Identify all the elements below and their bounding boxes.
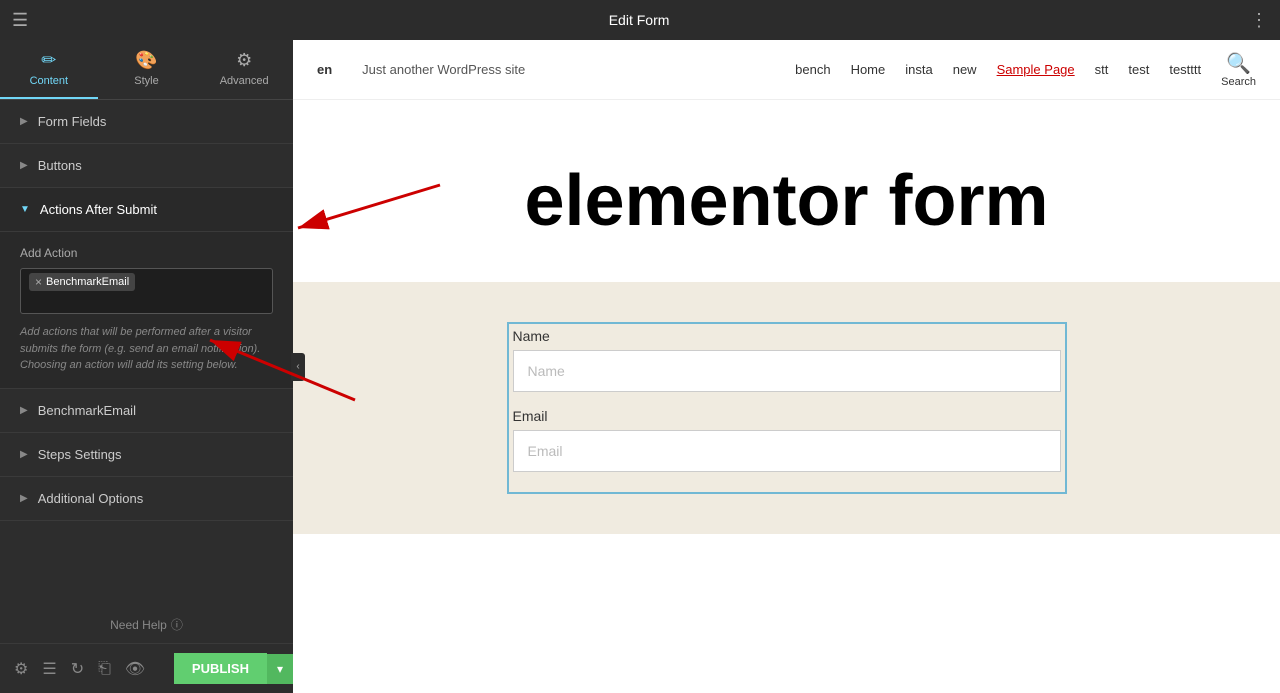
tag-remove-icon[interactable]: × bbox=[35, 275, 42, 289]
section-benchmark-label: BenchmarkEmail bbox=[38, 403, 136, 418]
form-input-email[interactable] bbox=[513, 430, 1061, 472]
nav-link-bench[interactable]: bench bbox=[795, 62, 830, 77]
preview-icon[interactable]: 👁 bbox=[125, 659, 145, 679]
add-action-input[interactable] bbox=[29, 295, 184, 309]
form-field-email-label: Email bbox=[513, 408, 1061, 424]
tag-value: BenchmarkEmail bbox=[46, 276, 129, 288]
chevron-form-fields: ▶ bbox=[20, 116, 28, 127]
actions-after-submit-header[interactable]: ▼ Actions After Submit bbox=[0, 188, 293, 232]
section-steps-settings[interactable]: ▶ Steps Settings bbox=[0, 433, 293, 477]
section-form-fields[interactable]: ▶ Form Fields bbox=[0, 100, 293, 144]
history-icon[interactable]: ↻ bbox=[71, 659, 84, 679]
chevron-actions: ▼ bbox=[20, 204, 30, 215]
settings-icon[interactable]: ⚙ bbox=[14, 659, 28, 679]
form-box: Name Email bbox=[513, 328, 1061, 472]
form-main-title: elementor form bbox=[313, 160, 1260, 242]
nav-link-home[interactable]: Home bbox=[851, 62, 886, 77]
tab-style-label: Style bbox=[134, 75, 158, 87]
chevron-additional: ▶ bbox=[20, 493, 28, 504]
form-title-section: elementor form bbox=[293, 100, 1280, 282]
need-help-section: Need Help ⓘ bbox=[0, 608, 293, 641]
wordpress-nav: en Just another WordPress site bench Hom… bbox=[293, 40, 1280, 100]
nav-link-test[interactable]: test bbox=[1128, 62, 1149, 77]
form-wrapper: Name Email bbox=[507, 322, 1067, 494]
section-benchmark-email[interactable]: ▶ BenchmarkEmail bbox=[0, 389, 293, 433]
top-bar: ☰ Edit Form ⋮ bbox=[0, 0, 1280, 40]
tag-input-container[interactable]: × BenchmarkEmail bbox=[20, 268, 273, 314]
search-icon: 🔍 bbox=[1226, 51, 1251, 76]
need-help-link[interactable]: Need Help ⓘ bbox=[0, 608, 293, 641]
tab-content-label: Content bbox=[30, 75, 69, 87]
bottom-icons: ⚙ ☰ ↻ ⎗ 👁 bbox=[0, 659, 174, 679]
site-logo: en bbox=[317, 62, 332, 77]
need-help-label: Need Help bbox=[110, 618, 167, 632]
tab-advanced-label: Advanced bbox=[220, 75, 269, 87]
advanced-tab-icon: ⚙ bbox=[236, 50, 252, 71]
help-icon: ⓘ bbox=[171, 616, 183, 633]
nav-link-stt[interactable]: stt bbox=[1095, 62, 1109, 77]
content-tab-icon: ✏ bbox=[41, 50, 56, 71]
chevron-buttons: ▶ bbox=[20, 160, 28, 171]
nav-links: bench Home insta new Sample Page stt tes… bbox=[795, 51, 1256, 88]
form-field-name: Name bbox=[513, 328, 1061, 392]
form-field-name-label: Name bbox=[513, 328, 1061, 344]
form-field-email: Email bbox=[513, 408, 1061, 472]
nav-link-sample-page[interactable]: Sample Page bbox=[997, 62, 1075, 77]
actions-helper-text: Add actions that will be performed after… bbox=[20, 324, 273, 374]
add-action-label: Add Action bbox=[20, 246, 273, 260]
style-tab-icon: 🎨 bbox=[135, 50, 157, 71]
form-section: Name Email bbox=[293, 282, 1280, 534]
site-lang: en bbox=[317, 62, 332, 77]
tab-advanced[interactable]: ⚙ Advanced bbox=[195, 40, 293, 99]
sidebar-tabs: ✏ Content 🎨 Style ⚙ Advanced bbox=[0, 40, 293, 100]
grid-icon[interactable]: ⋮ bbox=[1250, 10, 1268, 31]
site-name: Just another WordPress site bbox=[362, 62, 525, 77]
sidebar: ✏ Content 🎨 Style ⚙ Advanced ▶ Form Fiel… bbox=[0, 40, 293, 693]
section-steps-label: Steps Settings bbox=[38, 447, 122, 462]
main-content: en Just another WordPress site bench Hom… bbox=[293, 40, 1280, 693]
hamburger-icon[interactable]: ☰ bbox=[12, 10, 28, 31]
publish-button[interactable]: PUBLISH bbox=[174, 653, 267, 684]
responsive-icon[interactable]: ⎗ bbox=[98, 660, 111, 678]
form-input-name[interactable] bbox=[513, 350, 1061, 392]
section-actions-after-submit: ▼ Actions After Submit Add Action × Benc… bbox=[0, 188, 293, 389]
section-additional-options[interactable]: ▶ Additional Options bbox=[0, 477, 293, 521]
tab-content[interactable]: ✏ Content bbox=[0, 40, 98, 99]
collapse-sidebar-handle[interactable]: ‹ bbox=[291, 353, 305, 381]
search-label: Search bbox=[1221, 76, 1256, 88]
sidebar-content: ▶ Form Fields ▶ Buttons ▼ Actions After … bbox=[0, 100, 293, 693]
publish-arrow-button[interactable]: ▾ bbox=[267, 654, 293, 684]
nav-link-new[interactable]: new bbox=[953, 62, 977, 77]
sidebar-bottom: ⚙ ☰ ↻ ⎗ 👁 PUBLISH ▾ bbox=[0, 643, 293, 693]
actions-after-submit-body: Add Action × BenchmarkEmail Add actions … bbox=[0, 232, 293, 388]
actions-after-submit-label: Actions After Submit bbox=[40, 202, 157, 217]
page-content: elementor form Name Email bbox=[293, 100, 1280, 693]
section-buttons[interactable]: ▶ Buttons bbox=[0, 144, 293, 188]
section-form-fields-label: Form Fields bbox=[38, 114, 107, 129]
layers-icon[interactable]: ☰ bbox=[42, 659, 56, 679]
section-additional-label: Additional Options bbox=[38, 491, 144, 506]
search-button[interactable]: 🔍 Search bbox=[1221, 51, 1256, 88]
nav-link-insta[interactable]: insta bbox=[905, 62, 932, 77]
nav-link-testttt[interactable]: testttt bbox=[1169, 62, 1201, 77]
main-layout: ✏ Content 🎨 Style ⚙ Advanced ▶ Form Fiel… bbox=[0, 40, 1280, 693]
chevron-benchmark: ▶ bbox=[20, 405, 28, 416]
top-bar-title: Edit Form bbox=[28, 12, 1250, 28]
chevron-steps: ▶ bbox=[20, 449, 28, 460]
tag-benchmark-email[interactable]: × BenchmarkEmail bbox=[29, 273, 135, 291]
tab-style[interactable]: 🎨 Style bbox=[98, 40, 196, 99]
section-buttons-label: Buttons bbox=[38, 158, 82, 173]
